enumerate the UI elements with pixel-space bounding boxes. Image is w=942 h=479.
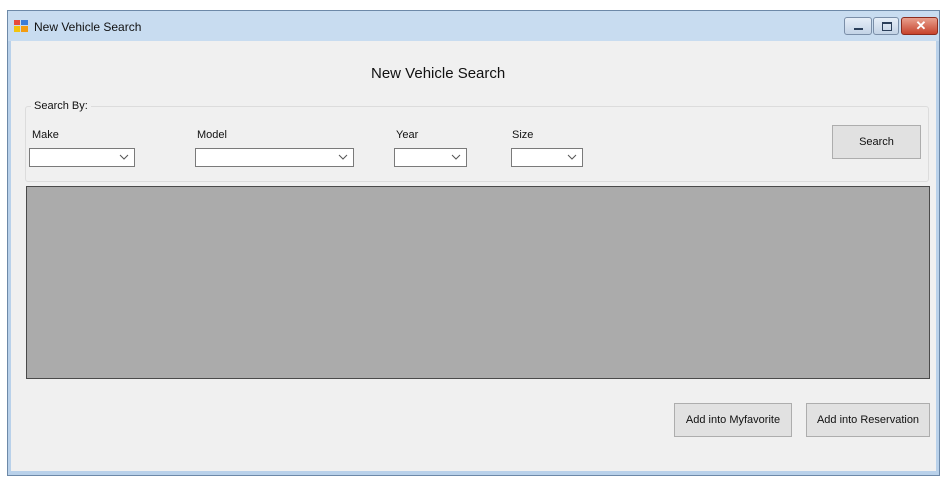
chevron-down-icon: [119, 154, 129, 160]
form-client-area: New Vehicle Search Search By: Make Model…: [11, 41, 936, 471]
make-label: Make: [32, 129, 59, 141]
close-button[interactable]: ✕: [901, 17, 938, 35]
add-reservation-button[interactable]: Add into Reservation: [806, 403, 930, 437]
minimize-icon: [854, 28, 863, 30]
chevron-down-icon: [451, 154, 461, 160]
year-select[interactable]: [394, 148, 467, 167]
title-bar[interactable]: New Vehicle Search ✕: [8, 11, 939, 41]
app-icon: [14, 20, 28, 32]
make-select[interactable]: [29, 148, 135, 167]
search-button[interactable]: Search: [832, 125, 921, 159]
size-label: Size: [512, 129, 534, 141]
close-icon: ✕: [915, 18, 927, 33]
chevron-down-icon: [567, 154, 577, 160]
results-grid[interactable]: [26, 186, 930, 379]
minimize-button[interactable]: [844, 17, 872, 35]
model-label: Model: [197, 129, 227, 141]
size-select[interactable]: [511, 148, 583, 167]
page-title: New Vehicle Search: [371, 65, 506, 82]
model-select[interactable]: [195, 148, 354, 167]
maximize-button[interactable]: [873, 17, 899, 35]
search-by-label: Search By:: [31, 100, 91, 112]
window-title: New Vehicle Search: [34, 20, 142, 34]
chevron-down-icon: [338, 154, 348, 160]
search-by-group: Search By: Make Model Year Size Search: [25, 100, 929, 182]
year-label: Year: [396, 129, 419, 141]
maximize-icon: [882, 22, 892, 31]
app-window: New Vehicle Search ✕ New Vehicle Search …: [7, 10, 940, 476]
add-favorite-button[interactable]: Add into Myfavorite: [674, 403, 792, 437]
